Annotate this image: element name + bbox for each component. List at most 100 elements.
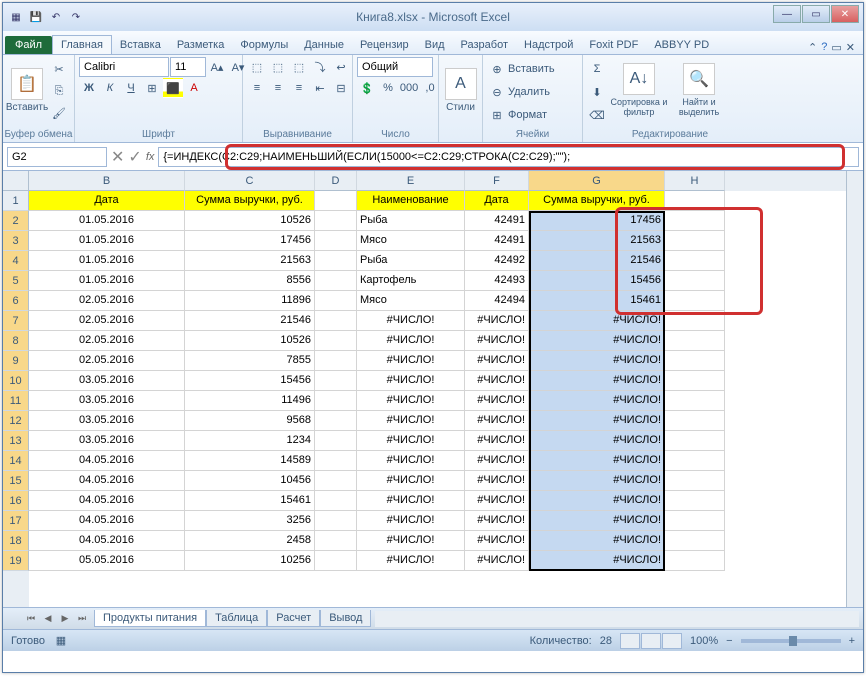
sheet-nav-prev-icon[interactable]: ◀ xyxy=(40,611,56,627)
cell-C12[interactable]: 9568 xyxy=(185,411,315,431)
cell-B11[interactable]: 03.05.2016 xyxy=(29,391,185,411)
cell-C18[interactable]: 2458 xyxy=(185,531,315,551)
ribbon-tab-4[interactable]: Данные xyxy=(296,36,352,54)
sheet-tab-3[interactable]: Вывод xyxy=(320,610,371,627)
row-header-15[interactable]: 15 xyxy=(3,471,29,491)
cell-D9[interactable] xyxy=(315,351,357,371)
cell-G2[interactable]: 17456 xyxy=(529,211,665,231)
cell-H16[interactable] xyxy=(665,491,725,511)
indent-dec-icon[interactable]: ⇤ xyxy=(310,78,330,98)
cell-H12[interactable] xyxy=(665,411,725,431)
cell-H15[interactable] xyxy=(665,471,725,491)
vertical-scrollbar[interactable] xyxy=(846,171,863,607)
row-header-11[interactable]: 11 xyxy=(3,391,29,411)
cell-C2[interactable]: 10526 xyxy=(185,211,315,231)
cell-B6[interactable]: 02.05.2016 xyxy=(29,291,185,311)
zoom-out-button[interactable]: − xyxy=(726,635,732,647)
cell-E2[interactable]: Рыба xyxy=(357,211,465,231)
cell-B18[interactable]: 04.05.2016 xyxy=(29,531,185,551)
cell-B5[interactable]: 01.05.2016 xyxy=(29,271,185,291)
horizontal-scrollbar[interactable] xyxy=(375,611,859,627)
cell-C15[interactable]: 10456 xyxy=(185,471,315,491)
cell-G1[interactable]: Сумма выручки, руб. xyxy=(529,191,665,211)
align-middle-icon[interactable]: ⬚ xyxy=(268,57,288,77)
col-header-B[interactable]: B xyxy=(29,171,185,191)
cell-D15[interactable] xyxy=(315,471,357,491)
cell-F16[interactable]: #ЧИСЛО! xyxy=(465,491,529,511)
cell-E9[interactable]: #ЧИСЛО! xyxy=(357,351,465,371)
cell-D10[interactable] xyxy=(315,371,357,391)
cell-G3[interactable]: 21563 xyxy=(529,231,665,251)
cell-B19[interactable]: 05.05.2016 xyxy=(29,551,185,571)
row-header-7[interactable]: 7 xyxy=(3,311,29,331)
ribbon-tab-10[interactable]: ABBYY PD xyxy=(646,36,717,54)
cell-B14[interactable]: 04.05.2016 xyxy=(29,451,185,471)
fill-icon[interactable]: ⬇ xyxy=(587,82,607,102)
row-header-4[interactable]: 4 xyxy=(3,251,29,271)
cell-D12[interactable] xyxy=(315,411,357,431)
sheet-nav-next-icon[interactable]: ▶ xyxy=(57,611,73,627)
minimize-ribbon-icon[interactable]: ⌃ xyxy=(808,41,817,54)
sheet-nav-first-icon[interactable]: ⏮ xyxy=(23,611,39,627)
align-center-icon[interactable]: ≡ xyxy=(268,78,288,98)
name-box[interactable]: G2 xyxy=(7,147,107,167)
zoom-slider[interactable] xyxy=(741,639,841,643)
cell-B3[interactable]: 01.05.2016 xyxy=(29,231,185,251)
ribbon-tab-6[interactable]: Вид xyxy=(417,36,453,54)
ribbon-tab-1[interactable]: Вставка xyxy=(112,36,169,54)
cell-D1[interactable] xyxy=(315,191,357,211)
cell-G10[interactable]: #ЧИСЛО! xyxy=(529,371,665,391)
cell-E3[interactable]: Мясо xyxy=(357,231,465,251)
cell-C11[interactable]: 11496 xyxy=(185,391,315,411)
align-right-icon[interactable]: ≡ xyxy=(289,78,309,98)
cell-C8[interactable]: 10526 xyxy=(185,331,315,351)
row-header-1[interactable]: 1 xyxy=(3,191,29,211)
undo-icon[interactable]: ↶ xyxy=(47,8,65,26)
fx-icon[interactable]: fx xyxy=(146,151,155,163)
cell-E19[interactable]: #ЧИСЛО! xyxy=(357,551,465,571)
row-header-12[interactable]: 12 xyxy=(3,411,29,431)
insert-cells-icon[interactable]: ⊕ xyxy=(487,59,507,79)
col-header-H[interactable]: H xyxy=(665,171,725,191)
cell-E15[interactable]: #ЧИСЛО! xyxy=(357,471,465,491)
sheet-tab-0[interactable]: Продукты питания xyxy=(94,610,206,627)
cell-C7[interactable]: 21546 xyxy=(185,311,315,331)
cell-D16[interactable] xyxy=(315,491,357,511)
cell-F14[interactable]: #ЧИСЛО! xyxy=(465,451,529,471)
cell-E11[interactable]: #ЧИСЛО! xyxy=(357,391,465,411)
normal-view-button[interactable] xyxy=(620,633,640,649)
cell-E10[interactable]: #ЧИСЛО! xyxy=(357,371,465,391)
cell-C14[interactable]: 14589 xyxy=(185,451,315,471)
number-format-combo[interactable]: Общий xyxy=(357,57,433,77)
cell-E14[interactable]: #ЧИСЛО! xyxy=(357,451,465,471)
cell-F2[interactable]: 42491 xyxy=(465,211,529,231)
row-header-17[interactable]: 17 xyxy=(3,511,29,531)
cell-F6[interactable]: 42494 xyxy=(465,291,529,311)
help-icon[interactable]: ? xyxy=(821,41,827,54)
comma-icon[interactable]: 000 xyxy=(399,78,419,98)
cell-E5[interactable]: Картофель xyxy=(357,271,465,291)
align-top-icon[interactable]: ⬚ xyxy=(247,57,267,77)
select-all-corner[interactable] xyxy=(3,171,29,191)
cell-F4[interactable]: 42492 xyxy=(465,251,529,271)
orientation-icon[interactable]: ⤵ xyxy=(310,57,330,77)
ribbon-tab-9[interactable]: Foxit PDF xyxy=(581,36,646,54)
sort-filter-button[interactable]: A↓ Сортировка и фильтр xyxy=(609,57,669,123)
cell-G18[interactable]: #ЧИСЛО! xyxy=(529,531,665,551)
cell-B15[interactable]: 04.05.2016 xyxy=(29,471,185,491)
copy-icon[interactable]: ⎘ xyxy=(49,81,69,101)
merge-icon[interactable]: ⊟ xyxy=(331,78,351,98)
cell-H18[interactable] xyxy=(665,531,725,551)
ribbon-tab-8[interactable]: Надстрой xyxy=(516,36,581,54)
row-header-14[interactable]: 14 xyxy=(3,451,29,471)
cell-C17[interactable]: 3256 xyxy=(185,511,315,531)
cell-F7[interactable]: #ЧИСЛО! xyxy=(465,311,529,331)
cancel-formula-icon[interactable]: ✕ xyxy=(111,147,124,167)
ribbon-tab-5[interactable]: Рецензир xyxy=(352,36,417,54)
cell-D14[interactable] xyxy=(315,451,357,471)
cell-H4[interactable] xyxy=(665,251,725,271)
cell-B7[interactable]: 02.05.2016 xyxy=(29,311,185,331)
cell-G11[interactable]: #ЧИСЛО! xyxy=(529,391,665,411)
row-header-8[interactable]: 8 xyxy=(3,331,29,351)
cell-F17[interactable]: #ЧИСЛО! xyxy=(465,511,529,531)
